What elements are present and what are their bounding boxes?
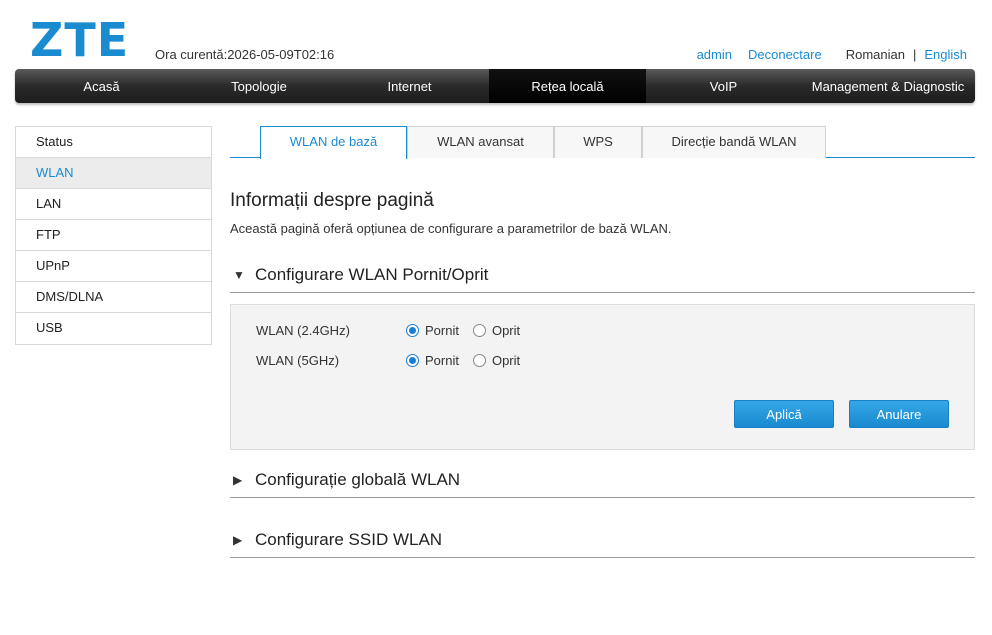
nav-item-voip[interactable]: VoIP	[646, 69, 801, 103]
main-nav: Acasă Topologie Internet Rețea locală Vo…	[15, 69, 975, 103]
wlan-24ghz-row: WLAN (2.4GHz) Pornit Oprit	[256, 320, 534, 340]
page-description: Această pagină oferă opțiunea de configu…	[230, 221, 672, 236]
sidebar-item-upnp[interactable]: UPnP	[16, 251, 211, 282]
tab-wlan-avansat[interactable]: WLAN avansat	[407, 126, 554, 158]
language-current: Romanian	[845, 47, 905, 62]
wlan-24ghz-off-radio[interactable]: Oprit	[472, 322, 521, 338]
tab-directie-banda-wlan[interactable]: Direcție bandă WLAN	[642, 126, 826, 158]
section-title: Configurare WLAN Pornit/Oprit	[255, 265, 489, 284]
section-wlan-ssid-header[interactable]: ▶ Configurare SSID WLAN	[230, 528, 975, 558]
top-links: admin Deconectare Romanian | English	[697, 47, 967, 62]
expand-arrow-icon: ▶	[233, 533, 243, 547]
sidebar-item-wlan[interactable]: WLAN	[16, 158, 211, 189]
section-wlan-global-header[interactable]: ▶ Configurație globală WLAN	[230, 468, 975, 498]
wlan-5ghz-on-radio[interactable]: Pornit	[406, 353, 459, 368]
nav-item-internet[interactable]: Internet	[330, 69, 489, 103]
current-time: Ora curentă:2026-05-09T02:16	[155, 47, 335, 62]
nav-item-topologie[interactable]: Topologie	[188, 69, 330, 103]
tab-bar: WLAN de bază WLAN avansat WPS Direcție b…	[230, 126, 975, 159]
radio-label: Pornit	[425, 352, 459, 368]
collapse-arrow-icon: ▼	[233, 268, 245, 282]
logout-link[interactable]: Deconectare	[748, 47, 822, 62]
language-separator: |	[912, 47, 917, 62]
admin-link[interactable]: admin	[697, 47, 732, 62]
apply-button[interactable]: Aplică	[734, 400, 834, 428]
page-title: Informații despre pagină	[230, 190, 434, 211]
radio-label: Oprit	[491, 322, 521, 338]
zte-logo: ZTE	[30, 13, 130, 67]
language-english-link[interactable]: English	[924, 47, 967, 62]
radio-checked-icon[interactable]	[406, 323, 419, 337]
wlan-5ghz-label: WLAN (5GHz)	[256, 352, 340, 368]
sidebar-item-ftp[interactable]: FTP	[16, 220, 211, 251]
nav-item-retea-locala[interactable]: Rețea locală	[489, 69, 646, 103]
section-title: Configurație globală WLAN	[255, 470, 461, 489]
wlan-24ghz-on-radio[interactable]: Pornit	[406, 323, 459, 338]
radio-label: Pornit	[425, 322, 459, 338]
expand-arrow-icon: ▶	[233, 473, 243, 487]
tab-wlan-de-baza[interactable]: WLAN de bază	[260, 126, 407, 159]
radio-checked-icon[interactable]	[406, 353, 419, 367]
radio-unchecked-icon[interactable]	[472, 353, 486, 367]
tab-wps[interactable]: WPS	[554, 126, 642, 158]
section-title: Configurare SSID WLAN	[255, 530, 443, 549]
sidebar-item-dms-dlna[interactable]: DMS/DLNA	[16, 282, 211, 313]
wlan-onoff-panel: WLAN (2.4GHz) Pornit Oprit WLAN (5GHz) P…	[230, 304, 975, 450]
cancel-button[interactable]: Anulare	[849, 400, 949, 428]
nav-item-management-diagnostic[interactable]: Management & Diagnostic	[801, 69, 975, 103]
radio-unchecked-icon[interactable]	[472, 323, 486, 337]
wlan-5ghz-row: WLAN (5GHz) Pornit Oprit	[256, 350, 534, 370]
sidebar: Status WLAN LAN FTP UPnP DMS/DLNA USB	[15, 126, 212, 345]
wlan-24ghz-label: WLAN (2.4GHz)	[256, 322, 350, 338]
wlan-5ghz-off-radio[interactable]: Oprit	[472, 352, 521, 368]
sidebar-item-status[interactable]: Status	[16, 127, 211, 158]
sidebar-item-usb[interactable]: USB	[16, 313, 211, 344]
section-wlan-onoff-header[interactable]: ▼ Configurare WLAN Pornit/Oprit	[230, 263, 975, 293]
nav-item-acasa[interactable]: Acasă	[15, 69, 188, 103]
radio-label: Oprit	[491, 352, 521, 368]
sidebar-item-lan[interactable]: LAN	[16, 189, 211, 220]
